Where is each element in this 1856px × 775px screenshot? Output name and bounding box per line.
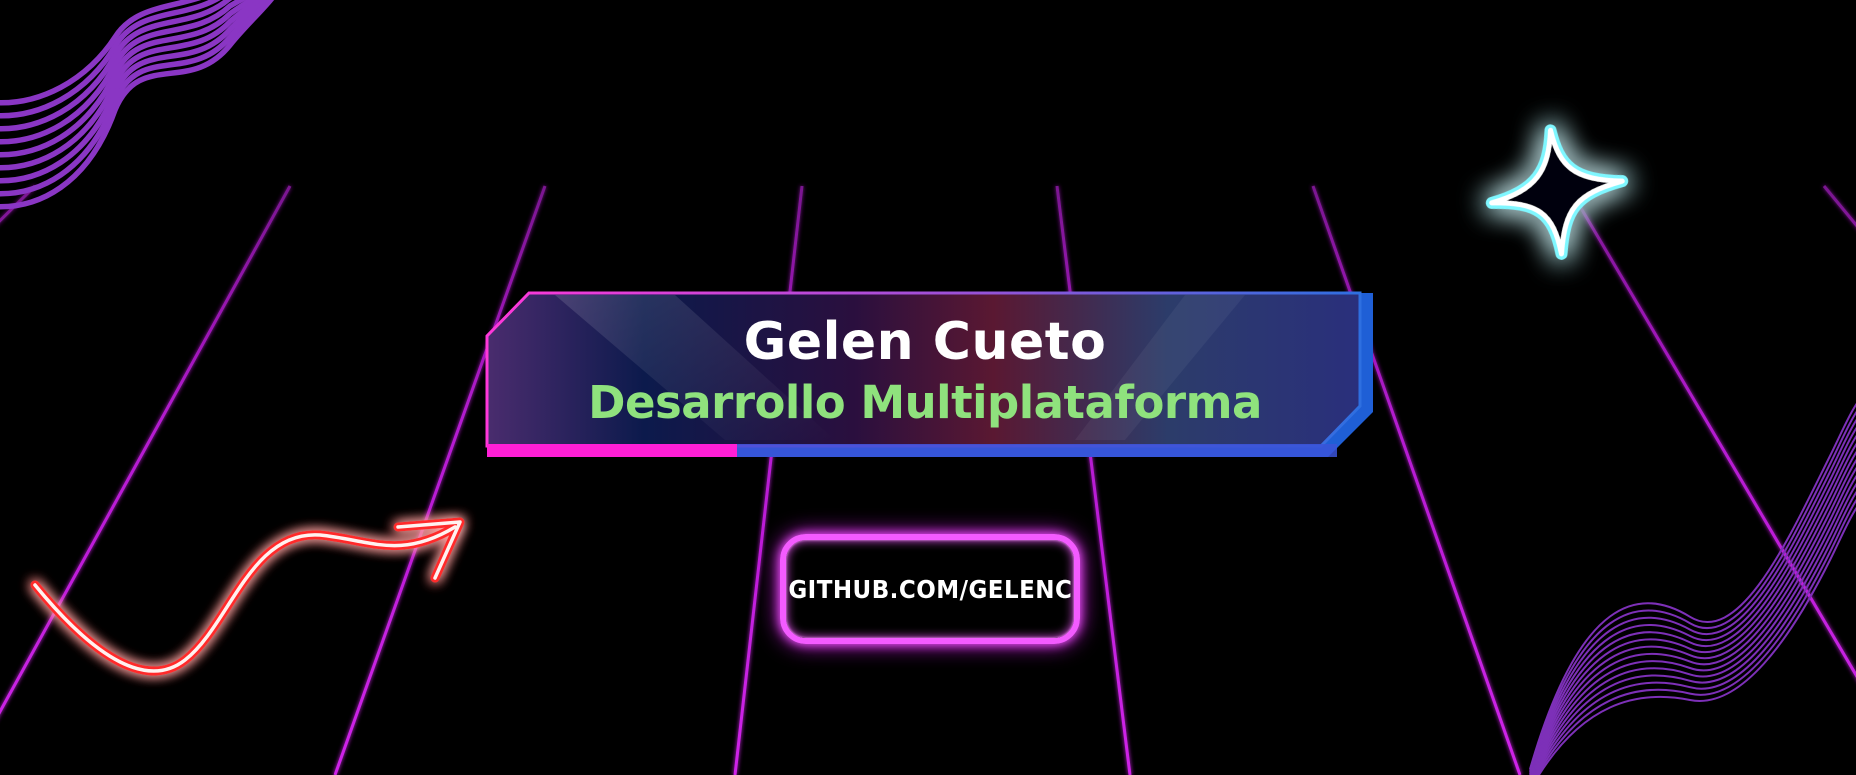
github-link-label: GITHUB.COM/GELENC — [788, 574, 1072, 604]
sparkle-star-icon — [1485, 124, 1629, 260]
wave-line — [1529, 410, 1856, 772]
github-link-button[interactable]: GITHUB.COM/GELENC — [780, 534, 1080, 644]
title-banner: Gelen Cueto Desarrollo Multiplataforma — [485, 290, 1375, 460]
name-heading: Gelen Cueto — [743, 312, 1107, 372]
wave-line — [1531, 458, 1856, 775]
squiggle-arrow-icon — [30, 517, 465, 676]
top-left-waves — [0, 0, 275, 210]
banner-canvas: Gelen Cueto Desarrollo Multiplataforma G… — [0, 0, 1856, 775]
bottom-right-waves — [1529, 402, 1856, 775]
subtitle-heading: Desarrollo Multiplataforma — [588, 376, 1262, 429]
